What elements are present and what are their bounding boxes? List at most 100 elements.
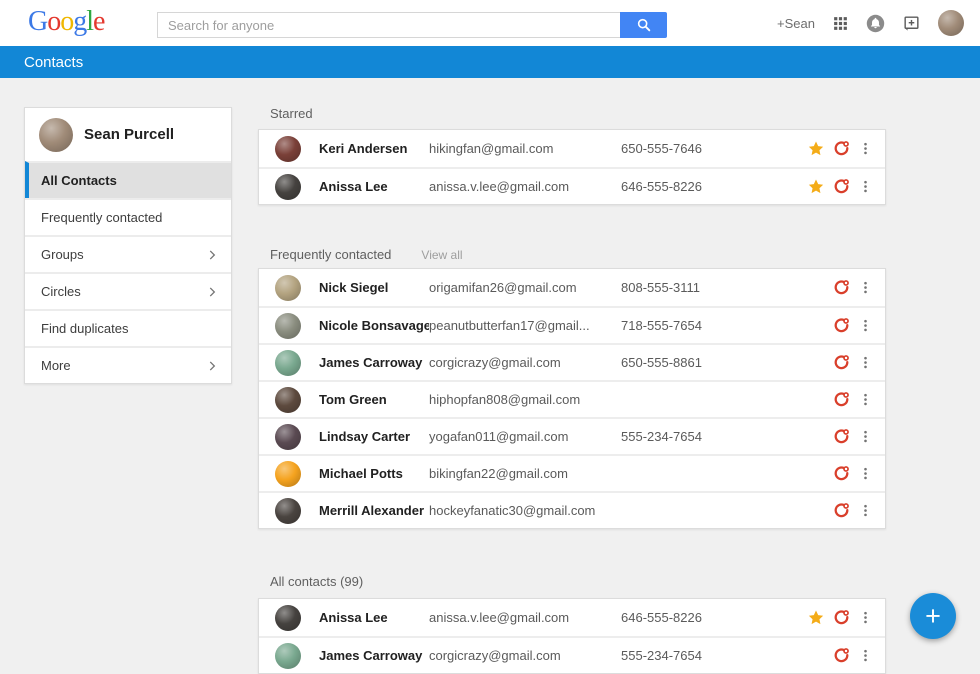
google-logo[interactable]: Google — [28, 6, 104, 38]
contact-phone: 718-555-7654 — [621, 318, 833, 333]
page-title: Contacts — [0, 54, 83, 71]
hangouts-icon[interactable] — [833, 279, 850, 296]
sidebar-item-circles[interactable]: Circles — [25, 272, 231, 309]
more-options-icon[interactable] — [858, 648, 873, 663]
more-options-icon[interactable] — [858, 141, 873, 156]
sidebar-item-label: More — [41, 358, 71, 373]
contact-name: Anissa Lee — [319, 179, 429, 194]
contact-email: peanutbutterfan17@gmail... — [429, 318, 621, 333]
contact-email: hiphopfan808@gmail.com — [429, 392, 621, 407]
chevron-right-icon — [205, 248, 219, 262]
add-contact-fab[interactable]: + — [910, 593, 956, 639]
contact-email: yogafan011@gmail.com — [429, 429, 621, 444]
sidebar: Sean Purcell All Contacts Frequently con… — [24, 107, 232, 384]
contact-row[interactable]: Anissa Lee anissa.v.lee@gmail.com 646-55… — [259, 599, 885, 636]
contact-name: Tom Green — [319, 392, 429, 407]
apps-grid-icon[interactable] — [832, 15, 849, 32]
contact-row[interactable]: Merrill Alexander hockeyfanatic30@gmail.… — [259, 491, 885, 528]
more-options-icon[interactable] — [858, 280, 873, 295]
avatar — [275, 174, 301, 200]
avatar — [275, 387, 301, 413]
contact-row[interactable]: Keri Andersen hikingfan@gmail.com 650-55… — [259, 130, 885, 167]
notifications-bell-icon[interactable] — [866, 14, 885, 33]
sidebar-item-frequently-contacted[interactable]: Frequently contacted — [25, 198, 231, 235]
contact-email: anissa.v.lee@gmail.com — [429, 179, 621, 194]
contact-email: origamifan26@gmail.com — [429, 280, 621, 295]
sidebar-item-label: Circles — [41, 284, 81, 299]
contact-row[interactable]: James Carroway corgicrazy@gmail.com 650-… — [259, 343, 885, 380]
star-icon[interactable] — [807, 140, 825, 158]
contact-row[interactable]: Lindsay Carter yogafan011@gmail.com 555-… — [259, 417, 885, 454]
more-options-icon[interactable] — [858, 355, 873, 370]
contact-name: James Carroway — [319, 648, 429, 663]
profile-name: Sean Purcell — [84, 126, 174, 143]
logo-letter: l — [86, 6, 93, 37]
hangouts-icon[interactable] — [833, 317, 850, 334]
contact-row[interactable]: Tom Green hiphopfan808@gmail.com — [259, 380, 885, 417]
contact-row[interactable]: Nicole Bonsavage peanutbutterfan17@gmail… — [259, 306, 885, 343]
search-input[interactable] — [157, 12, 620, 38]
contact-name: Nicole Bonsavage — [319, 318, 429, 333]
more-options-icon[interactable] — [858, 179, 873, 194]
logo-letter: o — [60, 6, 73, 37]
plus-account-link[interactable]: +Sean — [777, 16, 815, 31]
contact-phone: 555-234-7654 — [621, 429, 833, 444]
account-avatar[interactable] — [938, 10, 964, 36]
star-icon[interactable] — [807, 609, 825, 627]
section-header-frequently-contacted: Frequently contacted View all — [270, 247, 463, 262]
search-icon — [636, 17, 652, 33]
contact-email: hikingfan@gmail.com — [429, 141, 621, 156]
section-title: Starred — [270, 106, 313, 121]
contact-phone: 808-555-3111 — [621, 280, 833, 295]
logo-letter: o — [47, 6, 60, 37]
contact-row[interactable]: Anissa Lee anissa.v.lee@gmail.com 646-55… — [259, 167, 885, 204]
more-options-icon[interactable] — [858, 610, 873, 625]
sidebar-item-label: All Contacts — [41, 173, 117, 188]
sidebar-item-label: Find duplicates — [41, 321, 128, 336]
hangouts-icon[interactable] — [833, 465, 850, 482]
contact-phone: 646-555-8226 — [621, 610, 807, 625]
contact-row[interactable]: Michael Potts bikingfan22@gmail.com — [259, 454, 885, 491]
all-contacts-list: Anissa Lee anissa.v.lee@gmail.com 646-55… — [258, 598, 886, 674]
more-options-icon[interactable] — [858, 466, 873, 481]
hangouts-icon[interactable] — [833, 354, 850, 371]
contact-email: hockeyfanatic30@gmail.com — [429, 503, 621, 518]
search-button[interactable] — [620, 12, 667, 38]
hangouts-icon[interactable] — [833, 178, 850, 195]
chevron-right-icon — [205, 359, 219, 373]
hangouts-icon[interactable] — [833, 391, 850, 408]
sidebar-item-more[interactable]: More — [25, 346, 231, 383]
logo-letter: G — [28, 6, 47, 37]
search-bar — [157, 12, 667, 38]
hangouts-icon[interactable] — [833, 609, 850, 626]
logo-letter: e — [93, 6, 104, 37]
contact-email: corgicrazy@gmail.com — [429, 648, 621, 663]
view-all-link[interactable]: View all — [421, 248, 462, 262]
hangouts-icon[interactable] — [833, 502, 850, 519]
hangouts-icon[interactable] — [833, 428, 850, 445]
more-options-icon[interactable] — [858, 503, 873, 518]
avatar — [275, 136, 301, 162]
sidebar-item-all-contacts[interactable]: All Contacts — [25, 161, 231, 198]
avatar — [275, 350, 301, 376]
more-options-icon[interactable] — [858, 429, 873, 444]
sidebar-profile[interactable]: Sean Purcell — [25, 108, 231, 161]
avatar — [275, 461, 301, 487]
hangouts-icon[interactable] — [833, 647, 850, 664]
more-options-icon[interactable] — [858, 318, 873, 333]
sidebar-item-label: Frequently contacted — [41, 210, 162, 225]
sidebar-item-find-duplicates[interactable]: Find duplicates — [25, 309, 231, 346]
more-options-icon[interactable] — [858, 392, 873, 407]
contact-row[interactable]: Nick Siegel origamifan26@gmail.com 808-5… — [259, 269, 885, 306]
contact-phone: 650-555-8861 — [621, 355, 833, 370]
avatar — [275, 424, 301, 450]
app-bar: Contacts — [0, 46, 980, 78]
contact-phone: 646-555-8226 — [621, 179, 807, 194]
sidebar-item-groups[interactable]: Groups — [25, 235, 231, 272]
add-box-icon[interactable] — [902, 14, 921, 33]
star-icon[interactable] — [807, 178, 825, 196]
header-actions: +Sean — [777, 0, 964, 46]
section-title: All contacts (99) — [270, 574, 363, 589]
contact-row[interactable]: James Carroway corgicrazy@gmail.com 555-… — [259, 636, 885, 673]
hangouts-icon[interactable] — [833, 140, 850, 157]
